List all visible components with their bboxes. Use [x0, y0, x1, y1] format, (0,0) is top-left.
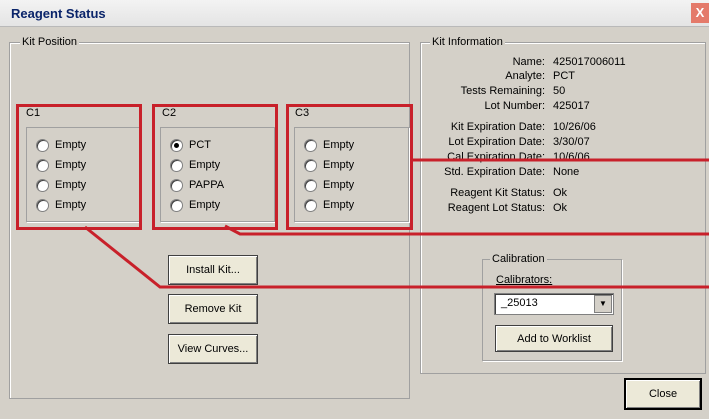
kit-info-label: Lot Expiration Date: [448, 136, 545, 148]
calibrators-label: Calibrators: [496, 274, 553, 286]
window-title: Reagent Status [11, 6, 106, 21]
kit-info-value: Ok [553, 187, 568, 199]
calibrators-select[interactable]: _25013 ▼ [494, 293, 614, 315]
kit-info-label: Reagent Kit Status: [450, 187, 545, 199]
kit-info-value: Ok [553, 202, 568, 214]
kit-info-value: PCT [553, 70, 575, 82]
chevron-down-icon[interactable]: ▼ [594, 295, 612, 313]
install-kit-button[interactable]: Install Kit... [168, 255, 258, 285]
kit-info-label: Tests Remaining: [460, 85, 545, 97]
kit-position-legend: Kit Position [20, 36, 80, 48]
highlight-box-c1 [16, 104, 142, 230]
title-bar: Reagent Status X [0, 0, 709, 27]
kit-info-label: Analyte: [505, 70, 545, 82]
close-button[interactable]: Close [624, 378, 702, 410]
kit-information-legend: Kit Information [430, 36, 505, 48]
add-to-worklist-button[interactable]: Add to Worklist [495, 325, 613, 352]
kit-info-value: 10/6/06 [553, 151, 590, 163]
remove-kit-button[interactable]: Remove Kit [168, 294, 258, 324]
kit-info-label: Reagent Lot Status: [447, 202, 545, 214]
kit-info-label: Kit Expiration Date: [450, 121, 545, 133]
kit-info-value: 425017 [553, 100, 590, 112]
kit-info-value: 3/30/07 [553, 136, 590, 148]
kit-info-label: Lot Number: [484, 100, 545, 112]
kit-info-value: 425017006011 [553, 56, 626, 68]
kit-info-value: None [553, 166, 580, 178]
kit-info-label: Std. Expiration Date: [444, 166, 545, 178]
kit-info-value: 10/26/06 [553, 121, 596, 133]
view-curves-button[interactable]: View Curves... [168, 334, 258, 364]
kit-info-value: 50 [553, 85, 566, 97]
calibration-legend: Calibration [490, 253, 547, 265]
highlight-box-c3 [286, 104, 413, 230]
calibrators-select-value: _25013 [501, 297, 538, 309]
highlight-box-c2 [152, 104, 278, 230]
kit-info-label: Name: [512, 56, 545, 68]
window-close-icon[interactable]: X [691, 3, 709, 23]
kit-info-label: Cal Expiration Date: [447, 151, 545, 163]
